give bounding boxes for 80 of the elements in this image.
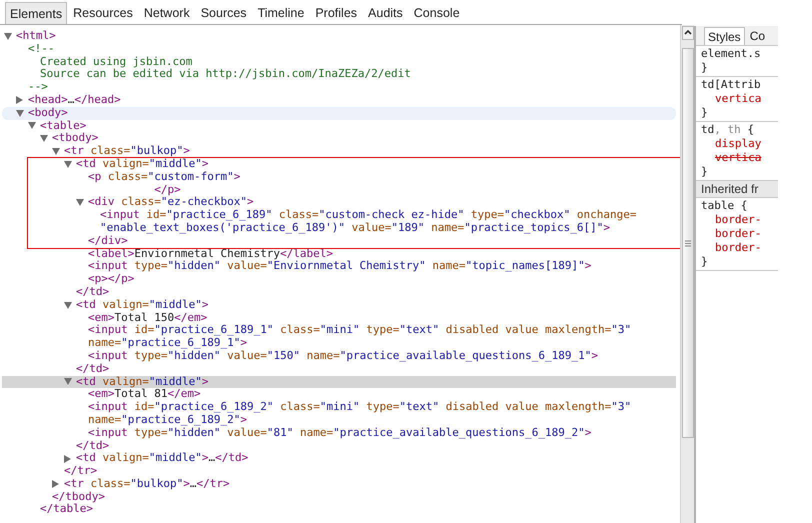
code-text: </td> xyxy=(76,440,110,452)
selected-row[interactable]: <td valign="middle"> xyxy=(2,376,676,388)
expand-triangle-icon[interactable] xyxy=(16,110,24,117)
expand-triangle-icon[interactable] xyxy=(40,135,48,142)
expand-triangle-icon[interactable] xyxy=(64,302,72,309)
code-text: <em>Total 150</em> xyxy=(88,312,208,324)
code-text: <input type="hidden" value="Enviornmetal Chemistry" name="topic_names[189]"> xyxy=(88,260,592,274)
code-text: </td> xyxy=(76,362,110,376)
expand-triangle-icon[interactable] xyxy=(64,378,72,386)
code-text: <label>Enviornmetal Chemistry</label> xyxy=(88,248,334,260)
closing-brace: } xyxy=(701,106,709,120)
code-text: <p></p> xyxy=(88,273,134,286)
panel-tab[interactable]: Network xyxy=(138,2,195,24)
collapse-triangle-icon[interactable] xyxy=(52,480,59,488)
sidebar-tab[interactable]: Styles xyxy=(704,27,745,45)
code-text: Created using jsbin.com xyxy=(40,56,192,68)
css-property: display xyxy=(714,137,762,151)
expand-triangle-icon[interactable] xyxy=(28,122,36,130)
code-text: </td> xyxy=(76,286,110,299)
code-text: </div> xyxy=(88,234,128,248)
code-text: <div class="ez-checkbox"> xyxy=(88,196,254,210)
code-text: Source can be edited via http://jsbin.com/InaZEZa/2/edit xyxy=(40,68,411,82)
collapse-triangle-icon[interactable] xyxy=(64,454,71,463)
css-property: border- xyxy=(714,213,762,227)
code-text: <td valign="middle"> xyxy=(76,158,208,171)
code-text: </tr> xyxy=(64,465,98,478)
sidebar-tab[interactable]: Co xyxy=(746,27,768,45)
panel-tab[interactable]: Timeline xyxy=(252,2,310,24)
expand-triangle-icon[interactable] xyxy=(64,160,72,168)
code-text: <!-- xyxy=(28,42,54,56)
code-text: <tr class="bulkop">…</tr> xyxy=(64,478,230,491)
scroll-thumb[interactable] xyxy=(682,48,694,438)
code-text: <input id="practice_6_189" class="custom-check ez-hide" type="checkbox" onchange= xyxy=(100,209,636,222)
code-text: <tbody> xyxy=(52,132,98,146)
code-text: <input id="practice_6_189_1" class="mini" type="text" disabled value maxlength="3" xyxy=(88,324,632,338)
panel-tab[interactable]: Resources xyxy=(68,2,138,24)
css-selector: table { xyxy=(701,199,748,213)
code-text: <input type="hidden" value="81" name="practice_available_questions_6_189_2"> xyxy=(88,426,592,440)
code-text: <td valign="middle"> xyxy=(76,298,208,312)
collapse-triangle-icon[interactable] xyxy=(16,96,23,104)
css-selector: element.s xyxy=(701,47,762,61)
code-text: <p class="custom-form"> xyxy=(88,170,240,184)
code-text: <input id="practice_6_189_2" class="mini" type="text" disabled value maxlength="3" xyxy=(88,401,632,414)
code-text: <input type="hidden" value="150" name="practice_available_questions_6_189_1"> xyxy=(88,350,598,363)
code-text: </p> xyxy=(153,184,181,196)
panel-tab[interactable]: Sources xyxy=(196,2,252,24)
grip-icon xyxy=(684,240,690,246)
code-text: </table> xyxy=(40,503,93,516)
code-text: <td valign="middle"> xyxy=(76,376,208,388)
closing-brace: } xyxy=(701,255,709,269)
hovered-row[interactable]: <body> xyxy=(2,106,676,120)
expand-triangle-icon[interactable] xyxy=(52,148,60,156)
closing-brace: } xyxy=(701,165,709,179)
code-text: <body> xyxy=(28,106,68,120)
expand-triangle-icon[interactable] xyxy=(4,32,12,40)
section-header: Inherited fr xyxy=(696,181,778,198)
code-text: --> xyxy=(28,81,48,94)
css-property: vertica xyxy=(714,151,762,165)
code-text: </tbody> xyxy=(52,490,105,504)
code-text: <td valign="middle">…</td> xyxy=(76,452,248,466)
code-text: <html> xyxy=(16,30,56,43)
panel-tab[interactable]: Console xyxy=(408,2,465,24)
code-text: <tr class="bulkop"> xyxy=(64,145,190,158)
panel-tab[interactable]: Audits xyxy=(363,2,408,24)
css-property: border- xyxy=(714,241,762,255)
css-selector: td[Attrib xyxy=(701,78,762,92)
panel-tab[interactable]: Elements xyxy=(5,2,68,24)
css-property: vertica xyxy=(714,92,762,106)
code-text: name="practice_6_189_2"> xyxy=(88,414,247,427)
code-text: <em>Total 81</em> xyxy=(88,388,201,402)
css-property: border- xyxy=(714,227,762,241)
css-selector: td, th { xyxy=(701,123,755,137)
panel-tab[interactable]: Profiles xyxy=(310,2,362,24)
code-text: <head>…</head> xyxy=(28,94,121,107)
closing-brace: } xyxy=(701,61,709,75)
expand-triangle-icon[interactable] xyxy=(76,199,84,206)
code-text: "enable_text_boxes('practice_6_189')" value="189" name="practice_topics_6[]"> xyxy=(100,222,610,235)
code-text: <table> xyxy=(40,120,86,132)
code-text: name="practice_6_189_1"> xyxy=(88,337,247,350)
scrollbar[interactable] xyxy=(680,25,694,523)
